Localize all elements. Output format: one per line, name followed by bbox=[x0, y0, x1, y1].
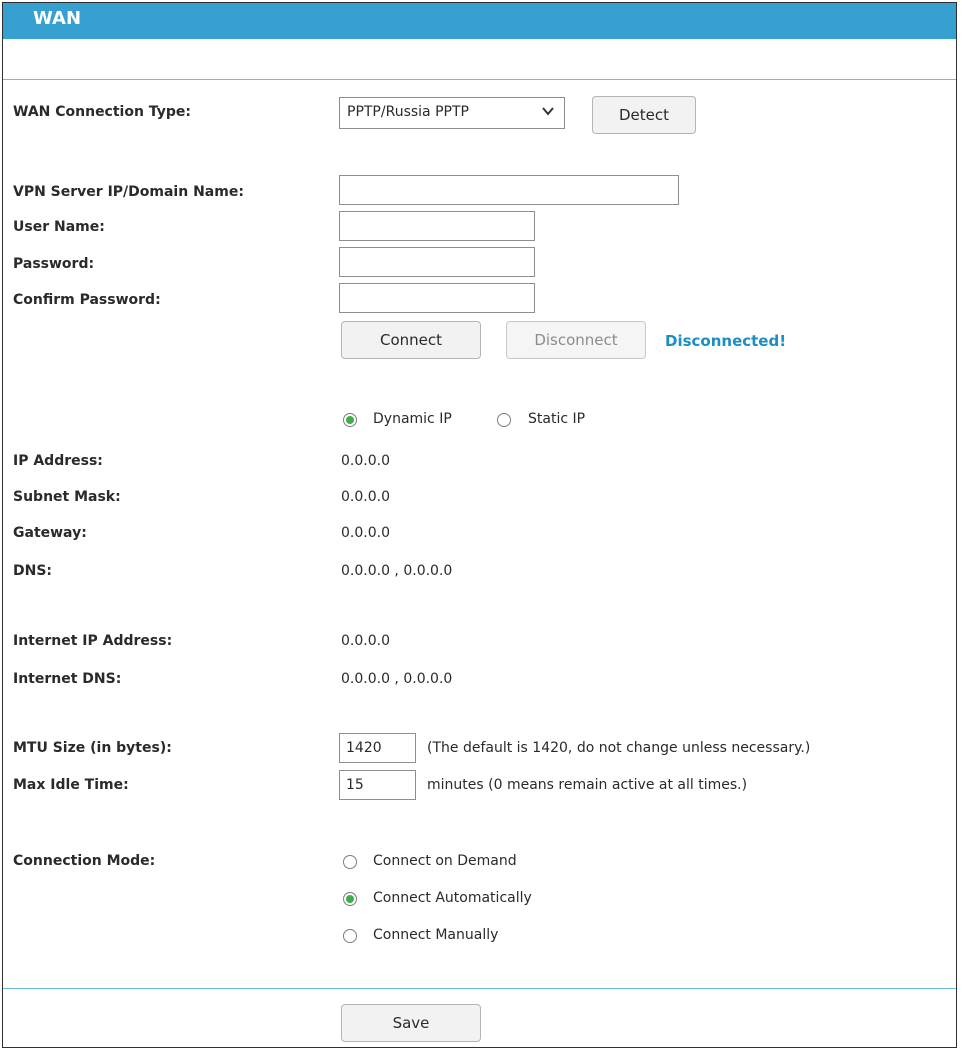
connection-status: Disconnected! bbox=[665, 332, 787, 350]
radio-connect-automatically[interactable] bbox=[343, 892, 357, 906]
confirm-password-label: Confirm Password: bbox=[13, 292, 161, 308]
max-idle-input[interactable] bbox=[339, 770, 416, 800]
radio-dynamic-ip[interactable] bbox=[343, 413, 357, 427]
wan-connection-type-label: WAN Connection Type: bbox=[13, 104, 191, 120]
ip-address-label: IP Address: bbox=[13, 453, 103, 469]
ip-address-value: 0.0.0.0 bbox=[341, 453, 390, 469]
static-ip-label: Static IP bbox=[528, 411, 586, 427]
title-bar: WAN bbox=[3, 3, 956, 39]
vpn-server-label: VPN Server IP/Domain Name: bbox=[13, 184, 244, 200]
dns-label: DNS: bbox=[13, 563, 53, 579]
connect-button[interactable]: Connect bbox=[341, 321, 481, 359]
user-name-input[interactable] bbox=[339, 211, 535, 241]
confirm-password-input[interactable] bbox=[339, 283, 535, 313]
save-button[interactable]: Save bbox=[341, 1004, 481, 1042]
wan-panel: WAN WAN Connection Type: PPTP/Russia PPT… bbox=[2, 2, 957, 1048]
internet-ip-value: 0.0.0.0 bbox=[341, 633, 390, 649]
radio-connect-manually[interactable] bbox=[343, 929, 357, 943]
connect-manually-label: Connect Manually bbox=[373, 927, 499, 943]
radio-connect-on-demand[interactable] bbox=[343, 855, 357, 869]
divider-bottom bbox=[3, 988, 956, 989]
connect-automatically-label: Connect Automatically bbox=[373, 890, 532, 906]
internet-dns-label: Internet DNS: bbox=[13, 671, 122, 687]
page-title: WAN bbox=[33, 8, 82, 29]
internet-dns-value: 0.0.0.0 , 0.0.0.0 bbox=[341, 671, 453, 687]
subnet-mask-label: Subnet Mask: bbox=[13, 489, 121, 505]
wan-connection-type-select[interactable]: PPTP/Russia PPTP bbox=[339, 97, 565, 129]
vpn-server-input[interactable] bbox=[339, 175, 679, 205]
password-input[interactable] bbox=[339, 247, 535, 277]
user-name-label: User Name: bbox=[13, 219, 105, 235]
mtu-note: (The default is 1420, do not change unle… bbox=[427, 740, 811, 756]
mtu-label: MTU Size (in bytes): bbox=[13, 740, 172, 756]
mtu-input[interactable] bbox=[339, 733, 416, 763]
internet-ip-label: Internet IP Address: bbox=[13, 633, 173, 649]
gateway-label: Gateway: bbox=[13, 525, 87, 541]
dns-value: 0.0.0.0 , 0.0.0.0 bbox=[341, 563, 453, 579]
max-idle-label: Max Idle Time: bbox=[13, 777, 129, 793]
connection-mode-label: Connection Mode: bbox=[13, 853, 156, 869]
password-label: Password: bbox=[13, 256, 95, 272]
gateway-value: 0.0.0.0 bbox=[341, 525, 390, 541]
detect-button[interactable]: Detect bbox=[592, 96, 696, 134]
connect-on-demand-label: Connect on Demand bbox=[373, 853, 517, 869]
radio-static-ip[interactable] bbox=[497, 413, 511, 427]
subnet-mask-value: 0.0.0.0 bbox=[341, 489, 390, 505]
wan-connection-type-value: PPTP/Russia PPTP bbox=[347, 104, 469, 120]
chevron-down-icon bbox=[542, 107, 554, 116]
dynamic-ip-label: Dynamic IP bbox=[373, 411, 452, 427]
max-idle-note: minutes (0 means remain active at all ti… bbox=[427, 777, 748, 793]
divider-top bbox=[3, 79, 956, 80]
disconnect-button[interactable]: Disconnect bbox=[506, 321, 646, 359]
